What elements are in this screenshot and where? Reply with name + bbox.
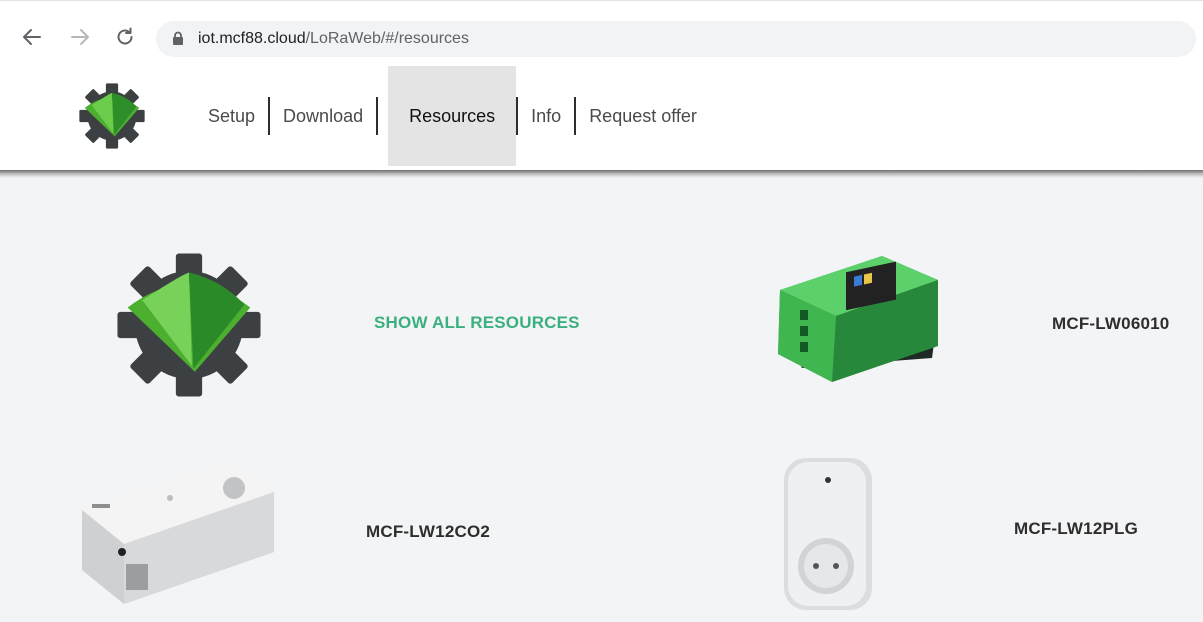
product-link-mcf-lw12co2[interactable]: MCF-LW12CO2 bbox=[366, 522, 490, 542]
url-path: /LoRaWeb/#/resources bbox=[305, 30, 469, 47]
nav-item-resources[interactable]: Resources bbox=[388, 66, 517, 166]
browser-toolbar: iot.mcf88.cloud/LoRaWeb/#/resources bbox=[0, 0, 1203, 66]
nav-item-download[interactable]: Download bbox=[270, 66, 376, 166]
reload-icon[interactable] bbox=[111, 23, 139, 51]
header-shadow bbox=[0, 170, 1203, 178]
forward-arrow-icon[interactable] bbox=[66, 23, 94, 51]
back-arrow-icon[interactable] bbox=[18, 23, 46, 51]
main-nav: Setup Download Resources Info Request of… bbox=[195, 66, 710, 166]
nav-item-info[interactable]: Info bbox=[518, 66, 574, 166]
lock-icon bbox=[172, 31, 184, 51]
mcf88-gear-logo-icon[interactable] bbox=[116, 252, 262, 398]
address-bar[interactable]: iot.mcf88.cloud/LoRaWeb/#/resources bbox=[156, 21, 1196, 57]
url-text: iot.mcf88.cloud/LoRaWeb/#/resources bbox=[198, 30, 469, 48]
mcf-lw12plg-device-image[interactable] bbox=[778, 454, 878, 614]
mcf88-gear-logo-icon[interactable] bbox=[78, 82, 146, 150]
nav-item-request-offer[interactable]: Request offer bbox=[576, 66, 710, 166]
mcf-lw12co2-device-image[interactable] bbox=[78, 452, 278, 608]
site-header: Setup Download Resources Info Request of… bbox=[0, 66, 1203, 170]
nav-item-setup[interactable]: Setup bbox=[195, 66, 268, 166]
url-host: iot.mcf88.cloud bbox=[198, 30, 306, 47]
product-link-mcf-lw06010[interactable]: MCF-LW06010 bbox=[1052, 314, 1169, 334]
product-link-mcf-lw12plg[interactable]: MCF-LW12PLG bbox=[1014, 519, 1138, 539]
mcf-lw06010-device-image[interactable] bbox=[772, 250, 942, 398]
show-all-resources-link[interactable]: SHOW ALL RESOURCES bbox=[374, 313, 580, 333]
nav-divider bbox=[376, 97, 379, 135]
